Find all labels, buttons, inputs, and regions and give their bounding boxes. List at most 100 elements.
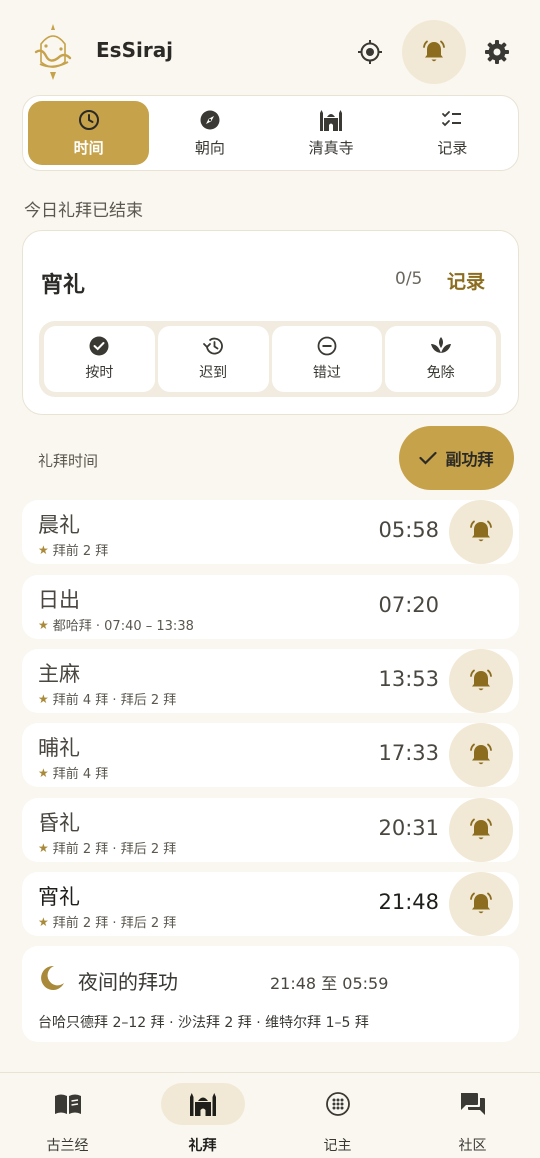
- location-target-icon: [358, 40, 382, 64]
- bottom-navigation: 古兰经 礼拜 记主 社区: [0, 1072, 540, 1158]
- prayer-sub-text: 拜前 4 拜: [52, 767, 109, 782]
- prayer-time: 17:33: [378, 741, 439, 765]
- status-label: 免除: [426, 365, 455, 381]
- app-logo-icon: [28, 22, 78, 84]
- prayer-row-maghrib[interactable]: 昏礼 ★ 拜前 2 拜 · 拜后 2 拜 20:31: [22, 798, 519, 862]
- prayer-sunnah-info: ★ 拜前 4 拜 · 拜后 2 拜: [38, 689, 177, 709]
- prayer-alarm-button[interactable]: [449, 798, 513, 862]
- checklist-icon: [442, 110, 462, 126]
- prayer-sunnah-info: ★ 拜前 2 拜 · 拜后 2 拜: [38, 838, 177, 858]
- gear-icon: [485, 40, 509, 64]
- status-on-time-button[interactable]: 按时: [44, 326, 155, 392]
- status-missed-button[interactable]: 错过: [271, 326, 383, 392]
- prayer-name: 日出: [38, 588, 80, 612]
- prayer-time: 20:31: [378, 816, 439, 840]
- checkmark-icon: [419, 451, 438, 465]
- prayer-sunnah-info: ★ 拜前 2 拜: [38, 540, 109, 560]
- prayer-sunnah-info: ★ 拜前 4 拜: [38, 763, 109, 783]
- prayer-sub-text: 拜前 4 拜 · 拜后 2 拜: [52, 693, 177, 708]
- current-prayer-card: 宵礼 0/5 记录 按时 迟到 错过 免除: [22, 230, 519, 415]
- prayer-time: 05:58: [378, 518, 439, 542]
- status-label: 按时: [85, 365, 114, 381]
- nav-icon-container: [431, 1083, 515, 1125]
- prayer-sunnah-info: ★ 都哈拜 · 07:40 – 13:38: [38, 615, 194, 635]
- nav-label: 古兰经: [46, 1138, 89, 1154]
- tab-mosque[interactable]: 清真寺: [271, 101, 392, 165]
- tab-label: 朝向: [194, 138, 225, 157]
- tasbih-icon: [325, 1092, 350, 1116]
- nav-label: 礼拜: [188, 1138, 217, 1154]
- tab-time[interactable]: 时间: [28, 101, 150, 165]
- tab-qibla[interactable]: 朝向: [149, 101, 270, 165]
- mosque-icon: [320, 109, 343, 131]
- chat-icon: [460, 1093, 485, 1115]
- app-title: EsSiraj: [96, 38, 174, 62]
- nav-icon-container: [26, 1083, 110, 1125]
- prayer-name: 宵礼: [38, 885, 80, 909]
- clock-icon: [78, 109, 99, 130]
- tab-record[interactable]: 记录: [392, 101, 513, 165]
- prayer-sub-text: 拜前 2 拜: [52, 544, 109, 559]
- status-label: 错过: [312, 365, 341, 381]
- night-prayers-card[interactable]: 夜间的拜功 21:48 至 05:59 台哈只德拜 2–12 拜 · 沙法拜 2…: [22, 946, 519, 1042]
- status-heading: 今日礼拜已结束: [24, 201, 143, 221]
- prayer-row-jumuah[interactable]: 主麻 ★ 拜前 4 拜 · 拜后 2 拜 13:53: [22, 649, 519, 713]
- sunnah-toggle-button[interactable]: 副功拜: [399, 426, 514, 490]
- prayer-alarm-button[interactable]: [449, 872, 513, 936]
- nav-dhikr[interactable]: 记主: [270, 1073, 405, 1158]
- star-icon: ★: [38, 617, 49, 632]
- prayer-name: 主麻: [38, 662, 80, 686]
- prayer-row-sunrise[interactable]: 日出 ★ 都哈拜 · 07:40 – 13:38 07:20: [22, 575, 519, 639]
- bell-ring-icon: [470, 743, 492, 765]
- prayer-row-fajr[interactable]: 晨礼 ★ 拜前 2 拜 05:58: [22, 500, 519, 564]
- nav-icon-container: [296, 1083, 380, 1125]
- mosque-icon: [189, 1093, 216, 1116]
- star-icon: ★: [38, 914, 49, 929]
- compass-icon: [200, 110, 220, 129]
- bell-ring-icon: [470, 669, 492, 691]
- book-icon: [54, 1094, 81, 1114]
- prayer-row-isha[interactable]: 宵礼 ★ 拜前 2 拜 · 拜后 2 拜 21:48: [22, 872, 519, 936]
- status-exempt-button[interactable]: 免除: [385, 326, 496, 392]
- nav-prayer[interactable]: 礼拜: [135, 1073, 270, 1158]
- current-prayer-name: 宵礼: [41, 273, 86, 298]
- nav-quran[interactable]: 古兰经: [0, 1073, 135, 1158]
- night-prayers-detail: 台哈只德拜 2–12 拜 · 沙法拜 2 拜 · 维特尔拜 1–5 拜: [38, 1015, 369, 1031]
- tab-label: 清真寺: [308, 138, 354, 157]
- app-header: EsSiraj: [0, 0, 540, 100]
- top-tabs: 时间 朝向 清真寺 记录: [22, 95, 519, 171]
- nav-community[interactable]: 社区: [405, 1073, 540, 1158]
- prayer-alarm-button[interactable]: [449, 649, 513, 713]
- moon-icon: [41, 965, 64, 990]
- notifications-button[interactable]: [402, 20, 466, 84]
- prayer-row-asr[interactable]: 晡礼 ★ 拜前 4 拜 17:33: [22, 723, 519, 787]
- nav-label: 社区: [458, 1138, 487, 1154]
- history-icon: [203, 337, 223, 355]
- prayer-sub-text: 拜前 2 拜 · 拜后 2 拜: [52, 842, 177, 857]
- prayer-alarm-button[interactable]: [449, 723, 513, 787]
- check-circle-icon: [89, 336, 109, 356]
- nav-icon-container: [160, 1083, 245, 1125]
- record-button[interactable]: 记录: [447, 267, 485, 294]
- prayer-count: 0/5: [395, 269, 423, 289]
- star-icon: ★: [38, 691, 49, 706]
- prayer-alarm-button[interactable]: [449, 500, 513, 564]
- prayer-sub-text: 都哈拜 · 07:40 – 13:38: [52, 619, 194, 634]
- prayer-sunnah-info: ★ 拜前 2 拜 · 拜后 2 拜: [38, 912, 176, 932]
- tab-label: 时间: [73, 138, 104, 157]
- bell-ring-icon: [470, 818, 492, 840]
- bell-ring-icon: [470, 892, 492, 914]
- prayer-time: 21:48: [378, 890, 439, 914]
- settings-button[interactable]: [477, 32, 517, 72]
- star-icon: ★: [38, 840, 49, 855]
- night-prayers-title: 夜间的拜功: [78, 970, 178, 994]
- status-late-button[interactable]: 迟到: [157, 326, 269, 392]
- prayer-time: 13:53: [378, 667, 439, 691]
- night-prayers-range: 21:48 至 05:59: [270, 974, 389, 993]
- prayer-times-label: 礼拜时间: [38, 452, 99, 470]
- location-button[interactable]: [350, 32, 390, 72]
- lotus-icon: [430, 337, 451, 353]
- minus-circle-icon: [317, 336, 337, 356]
- prayer-name: 昏礼: [38, 811, 80, 835]
- star-icon: ★: [38, 542, 49, 557]
